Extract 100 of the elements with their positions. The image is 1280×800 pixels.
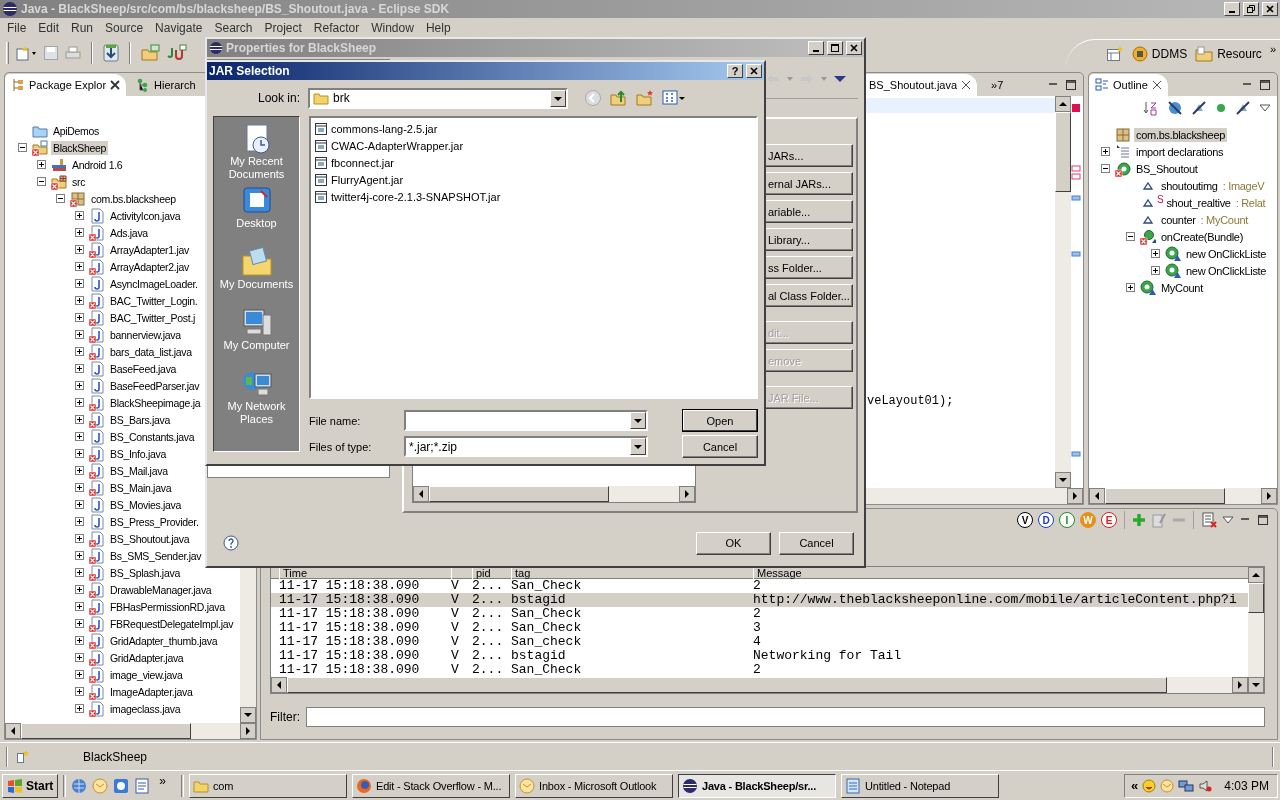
tree-item[interactable]: bannerview.java: [108, 327, 183, 342]
side-button[interactable]: ariable...: [765, 200, 853, 223]
tree-item[interactable]: shout_realtive: [1164, 195, 1233, 210]
place-button[interactable]: My Recent Documents: [216, 121, 297, 183]
tree-item[interactable]: com.bs.blacksheep: [89, 191, 178, 206]
tree-item[interactable]: BS_Movies.java: [108, 497, 184, 512]
tree-item[interactable]: BS_Shoutout.java: [108, 531, 192, 546]
menu-item[interactable]: Run: [65, 20, 100, 35]
menu-item[interactable]: File: [1, 20, 33, 35]
place-button[interactable]: My Documents: [216, 244, 297, 293]
tree-item[interactable]: GridAdapter_thumb.java: [108, 633, 220, 648]
taskbar-button[interactable]: Edit - Stack Overflow - M...: [352, 773, 511, 798]
menu-item[interactable]: Project: [258, 20, 308, 35]
tree-item[interactable]: ApiDemos: [51, 123, 102, 138]
log-level-button[interactable]: I: [1059, 512, 1075, 528]
open-button[interactable]: Open: [682, 409, 758, 432]
place-button[interactable]: Desktop: [216, 183, 297, 232]
tree-item[interactable]: Ads.java: [108, 225, 150, 240]
tree-item[interactable]: ImageAdapter.java: [108, 684, 195, 699]
look-in-dropdown[interactable]: brk: [308, 87, 568, 109]
log-level-button[interactable]: V: [1017, 512, 1033, 528]
tree-item[interactable]: ActivityIcon.java: [108, 208, 183, 223]
tree-item[interactable]: BAC_Twitter_Login.: [108, 293, 200, 308]
side-button[interactable]: JARs...: [765, 144, 853, 167]
tree-item[interactable]: counter: [1159, 212, 1198, 227]
help-button[interactable]: ?: [727, 64, 743, 78]
tree-item[interactable]: DrawableManager.java: [108, 582, 214, 597]
tree-item[interactable]: new OnClickListe: [1184, 246, 1269, 261]
tree-item[interactable]: BaseFeedParser.jav: [108, 378, 202, 393]
show-hidden-icons-button[interactable]: «: [1131, 778, 1139, 793]
tree-item[interactable]: FBHasPermissionRD.java: [108, 599, 227, 614]
tree-item[interactable]: Android 1.6: [70, 157, 125, 172]
menu-item[interactable]: Window: [365, 20, 420, 35]
tree-item[interactable]: import declarations: [1134, 144, 1226, 159]
tree-item[interactable]: BS_Press_Provider.: [108, 514, 201, 529]
menu-item[interactable]: Search: [208, 20, 259, 35]
perspective-button[interactable]: Resourc: [1195, 46, 1262, 62]
tree-item[interactable]: BS_Mail.java: [108, 463, 170, 478]
cancel-button[interactable]: Cancel: [779, 531, 854, 555]
jar-file-name[interactable]: FlurryAgent.jar: [331, 173, 404, 186]
tree-item[interactable]: ArrayAdapter2.jav: [108, 259, 191, 274]
tree-item[interactable]: BS_Shoutout: [1134, 161, 1200, 176]
more-tabs-button[interactable]: »7: [991, 78, 1004, 91]
menu-item[interactable]: Edit: [32, 20, 66, 35]
tree-item[interactable]: BS_Constants.java: [108, 429, 197, 444]
menu-item[interactable]: Refactor: [307, 20, 366, 35]
tree-item[interactable]: BlackSheep: [51, 140, 109, 155]
tree-item[interactable]: shoutoutimg: [1159, 178, 1220, 193]
tree-item[interactable]: BS_Splash.java: [108, 565, 182, 580]
selected-row[interactable]: 11-17 15:18:38.090 V 2... bstagid http://www.theblacksheeponline.com/mobile/articleContent.php?i: [271, 593, 1248, 607]
editor-tab[interactable]: BS_Shoutout.java: [863, 74, 978, 96]
tree-item[interactable]: onCreate(Bundle): [1159, 229, 1246, 244]
tree-item[interactable]: com.bs.blacksheep: [1134, 127, 1228, 142]
place-button[interactable]: My Network Places: [216, 366, 297, 428]
menu-item[interactable]: Navigate: [149, 20, 209, 35]
tree-item[interactable]: BS_Bars.java: [108, 412, 172, 427]
cancel-button[interactable]: Cancel: [682, 435, 758, 458]
tree-item[interactable]: image_view.java: [108, 667, 185, 682]
taskbar-button[interactable]: Untitled - Notepad: [841, 773, 1000, 798]
tree-item[interactable]: new OnClickListe: [1184, 263, 1269, 278]
jar-file-name[interactable]: fbconnect.jar: [331, 156, 394, 169]
side-button[interactable]: Library...: [765, 228, 853, 251]
tree-item[interactable]: FBRequestDelegateImpl.jav: [108, 616, 236, 631]
side-button[interactable]: ernal JARs...: [765, 172, 853, 195]
tree-item[interactable]: MyCount: [1159, 280, 1205, 295]
tree-item[interactable]: BaseFeed.java: [108, 361, 179, 376]
log-level-button[interactable]: E: [1101, 512, 1117, 528]
perspective-button[interactable]: DDMS: [1131, 46, 1188, 62]
jar-file-name[interactable]: CWAC-AdapterWrapper.jar: [331, 139, 464, 152]
start-button[interactable]: Start: [2, 773, 59, 798]
tree-item[interactable]: AsyncImageLoader.: [108, 276, 200, 291]
tree-item[interactable]: Bs_SMS_Sender.jav: [108, 548, 204, 563]
menu-item[interactable]: Source: [99, 20, 150, 35]
view-tab[interactable]: Package Explor: [5, 74, 127, 96]
tree-item[interactable]: GridAdapter.java: [108, 650, 186, 665]
more-perspectives-button[interactable]: »: [1269, 43, 1276, 55]
tree-item[interactable]: BAC_Twitter_Post.j: [108, 310, 198, 325]
tree-item[interactable]: bars_data_list.java: [108, 344, 194, 359]
view-tab[interactable]: Outline: [1089, 74, 1168, 96]
side-button[interactable]: ss Folder...: [765, 256, 853, 279]
side-button[interactable]: al Class Folder...: [765, 284, 853, 307]
tree-item[interactable]: ArrayAdapter1.jav: [108, 242, 191, 257]
tree-item[interactable]: BlackSheepimage.ja: [108, 395, 203, 410]
taskbar-button[interactable]: Java - BlackSheep/sr...: [678, 773, 837, 798]
taskbar-button[interactable]: com: [189, 773, 348, 798]
file-type-dropdown[interactable]: *.jar;*.zip: [404, 436, 648, 457]
jar-file-name[interactable]: commons-lang-2.5.jar: [331, 122, 438, 135]
ok-button[interactable]: OK: [696, 531, 771, 555]
more-button[interactable]: »: [155, 774, 177, 788]
tree-item[interactable]: BS_Info.java: [108, 446, 168, 461]
tree-item[interactable]: BS_Main.java: [108, 480, 174, 495]
tree-item[interactable]: src: [70, 174, 88, 189]
jar-file-name[interactable]: twitter4j-core-2.1.3-SNAPSHOT.jar: [331, 190, 501, 203]
view-tab[interactable]: Hierarch: [126, 74, 202, 96]
log-level-button[interactable]: D: [1038, 512, 1054, 528]
taskbar-button[interactable]: Inbox - Microsoft Outlook: [515, 773, 674, 798]
tree-item[interactable]: imageclass.java: [108, 701, 183, 716]
place-button[interactable]: My Computer: [216, 305, 297, 354]
menu-item[interactable]: Help: [419, 20, 457, 35]
file-list[interactable]: commons-lang-2.5.jar CWAC-AdapterWrapper.jar fbconnect.jar FlurryAgent.jar twitter4j-core-2.1.3-SNAPSHOT.jar: [309, 116, 758, 399]
